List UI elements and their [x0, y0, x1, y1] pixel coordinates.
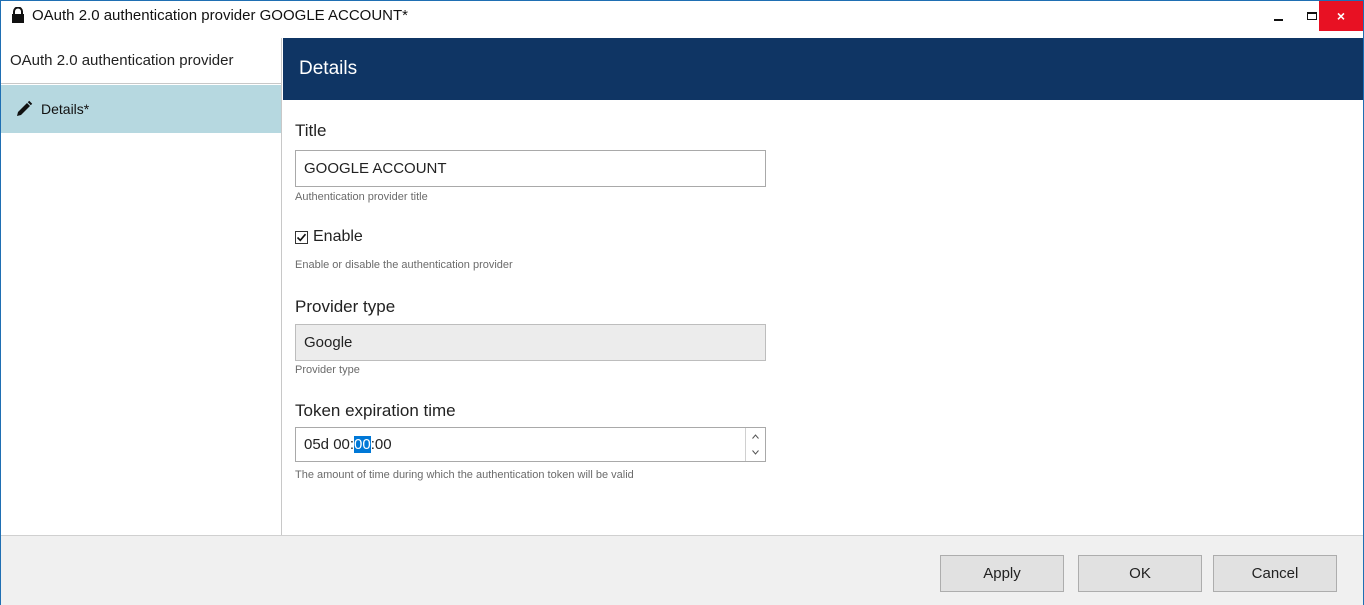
spin-up-button[interactable] — [746, 428, 765, 444]
enable-checkbox[interactable] — [295, 230, 308, 244]
token-expiration-hint: The amount of time during which the auth… — [295, 469, 634, 481]
token-expiration-label: Token expiration time — [295, 401, 456, 420]
dialog-footer: Apply OK Cancel — [1, 535, 1363, 605]
spin-down-button[interactable] — [746, 444, 765, 460]
pencil-icon — [17, 100, 33, 116]
window-title: OAuth 2.0 authentication provider GOOGLE… — [32, 7, 409, 24]
sidebar-item-details[interactable]: Details* — [1, 85, 281, 133]
token-expiration-value-suffix: :00 — [370, 436, 392, 453]
token-expiration-spinner[interactable]: 05d 00: 00:00 — [295, 427, 766, 462]
lock-icon — [12, 7, 24, 23]
sidebar: OAuth 2.0 authentication provider Detail… — [1, 38, 282, 535]
maximize-icon — [1307, 12, 1317, 20]
dialog-window: OAuth 2.0 authentication provider GOOGLE… — [0, 0, 1364, 605]
title-label: Title — [295, 121, 327, 140]
title-input[interactable]: GOOGLE ACCOUNT — [295, 150, 766, 187]
title-input-value: GOOGLE ACCOUNT — [304, 160, 447, 177]
spinner-buttons — [745, 428, 765, 461]
token-expiration-value-prefix: 05d 00: — [304, 436, 355, 453]
title-bar[interactable]: OAuth 2.0 authentication provider GOOGLE… — [1, 1, 1363, 31]
chevron-down-icon — [752, 449, 759, 455]
title-hint: Authentication provider title — [295, 191, 428, 203]
close-icon: × — [1336, 8, 1346, 24]
provider-type-hint: Provider type — [295, 364, 360, 376]
token-expiration-selected-segment[interactable]: 00 — [354, 436, 371, 453]
chevron-up-icon — [752, 433, 759, 439]
sidebar-header: OAuth 2.0 authentication provider — [1, 38, 281, 84]
checkmark-icon — [296, 233, 307, 241]
cancel-button[interactable]: Cancel — [1213, 555, 1337, 592]
ok-button[interactable]: OK — [1078, 555, 1202, 592]
section-header: Details — [283, 38, 1363, 100]
provider-type-field: Google — [295, 324, 766, 361]
provider-type-label: Provider type — [295, 297, 396, 316]
minimize-icon — [1273, 19, 1283, 21]
enable-checkbox-row[interactable]: Enable — [295, 228, 363, 246]
enable-label: Enable — [313, 228, 363, 245]
sidebar-item-label: Details* — [41, 101, 90, 117]
minimize-button[interactable] — [1261, 1, 1295, 31]
enable-hint: Enable or disable the authentication pro… — [295, 259, 513, 271]
provider-type-value: Google — [304, 334, 353, 351]
close-button[interactable]: × — [1319, 1, 1363, 31]
apply-button[interactable]: Apply — [940, 555, 1064, 592]
